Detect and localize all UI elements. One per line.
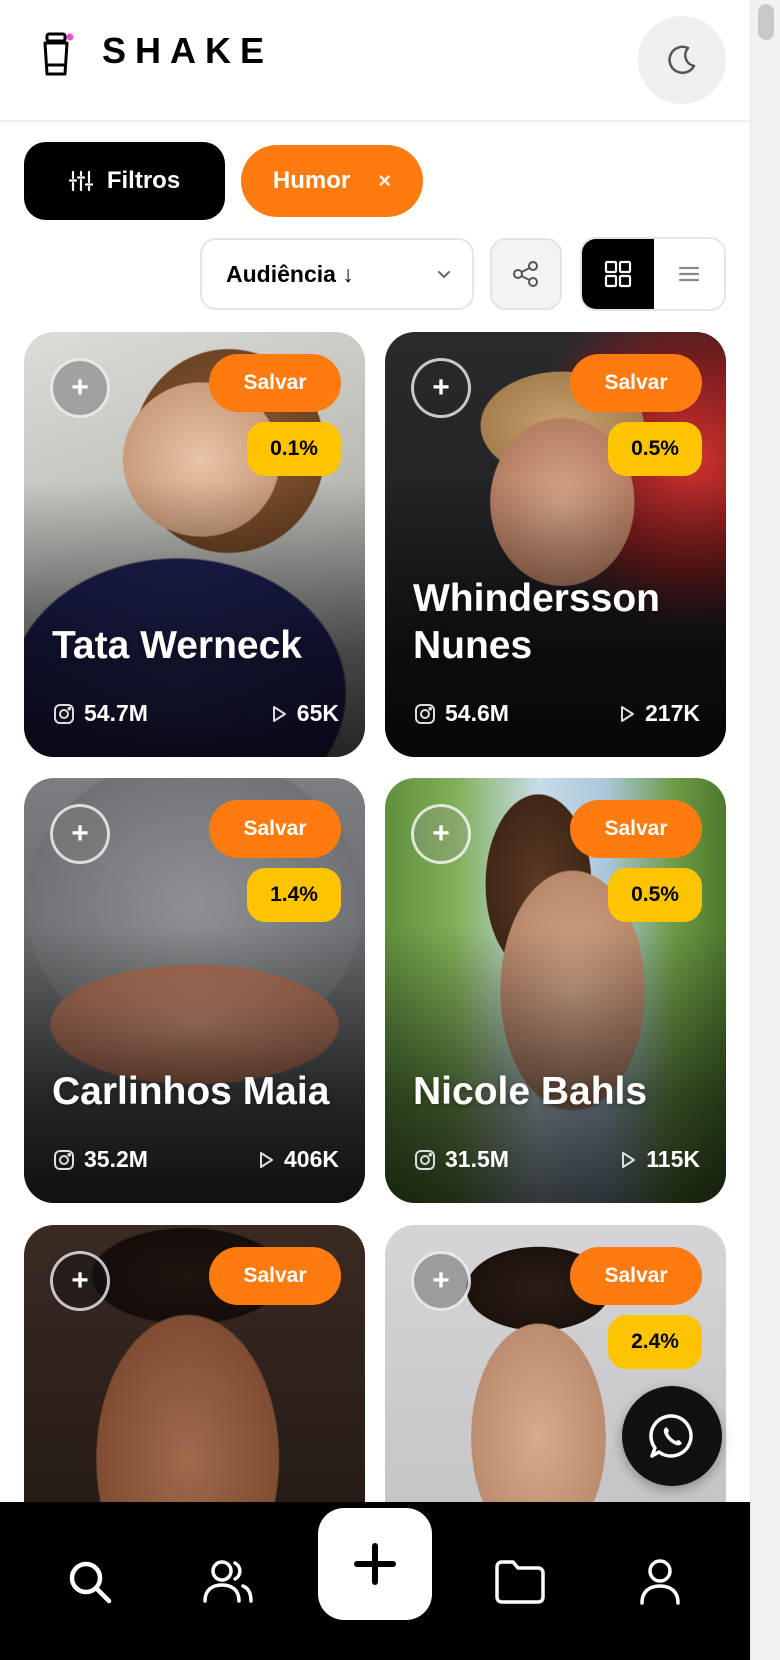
plus-icon: + bbox=[432, 371, 450, 404]
create-button[interactable] bbox=[318, 1508, 432, 1620]
play-icon bbox=[621, 705, 635, 722]
engagement-badge: 0.1% bbox=[247, 422, 341, 476]
card-stats: 31.5M 115K bbox=[413, 1146, 700, 1173]
instagram-icon bbox=[54, 1149, 74, 1170]
card-stats: 54.7M 65K bbox=[52, 700, 339, 727]
active-filter-chip[interactable]: Humor × bbox=[241, 145, 423, 217]
card-stats: 54.6M 217K bbox=[413, 700, 700, 727]
whatsapp-button[interactable] bbox=[622, 1386, 722, 1486]
folder-icon bbox=[495, 1560, 545, 1604]
engagement-badge: 2.4% bbox=[608, 1315, 702, 1369]
save-button[interactable]: Salvar bbox=[570, 800, 702, 858]
save-button[interactable]: Salvar bbox=[570, 354, 702, 412]
app-root: SHAKE Filtros Humor × Audiência ↓ + Salv… bbox=[0, 0, 750, 1660]
nav-creators[interactable] bbox=[198, 1552, 258, 1612]
instagram-icon bbox=[415, 703, 435, 724]
instagram-stat: 54.6M bbox=[413, 700, 509, 727]
average-views: 65K bbox=[296, 700, 339, 726]
instagram-icon bbox=[54, 703, 74, 724]
plus-icon: + bbox=[71, 817, 89, 850]
play-icon bbox=[622, 1151, 636, 1168]
sort-label: Audiência ↓ bbox=[226, 260, 354, 287]
views-stat: 115K bbox=[618, 1146, 700, 1173]
engagement-badge: 1.4% bbox=[247, 868, 341, 922]
brand-logo-text: SHAKE bbox=[102, 30, 274, 71]
average-views: 217K bbox=[645, 700, 700, 726]
plus-icon: + bbox=[71, 371, 89, 404]
add-to-list-button[interactable]: + bbox=[411, 804, 471, 864]
influencer-card[interactable]: + Salvar 0.5% Whindersson Nunes 54.6M 21… bbox=[385, 332, 726, 757]
average-views: 406K bbox=[284, 1146, 339, 1172]
top-header: SHAKE bbox=[0, 0, 750, 122]
users-icon bbox=[203, 1560, 253, 1603]
influencer-card[interactable]: + Salvar 1.4% Carlinhos Maia 35.2M 406K bbox=[24, 778, 365, 1203]
chevron-down-icon bbox=[438, 271, 450, 278]
chip-remove-icon[interactable]: × bbox=[378, 168, 391, 194]
theme-toggle-button[interactable] bbox=[638, 16, 726, 104]
plus-icon: + bbox=[432, 817, 450, 850]
whatsapp-icon bbox=[649, 1414, 693, 1458]
influencer-name: Whindersson Nunes bbox=[413, 577, 661, 667]
add-to-list-button[interactable]: + bbox=[50, 1251, 110, 1311]
page-scrollbar[interactable] bbox=[750, 0, 780, 1660]
search-icon bbox=[69, 1561, 112, 1604]
grid-icon bbox=[604, 260, 632, 288]
influencer-name: Tata Werneck bbox=[52, 624, 302, 667]
play-icon bbox=[272, 705, 286, 722]
save-button[interactable]: Salvar bbox=[209, 800, 341, 858]
influencer-card[interactable]: + Salvar 0.5% Nicole Bahls 31.5M 115K bbox=[385, 778, 726, 1203]
chip-label: Humor bbox=[272, 167, 351, 194]
grid-view-button[interactable] bbox=[582, 239, 654, 309]
sort-select[interactable]: Audiência ↓ bbox=[200, 238, 474, 310]
sliders-icon bbox=[68, 170, 93, 192]
instagram-followers: 31.5M bbox=[445, 1146, 509, 1172]
profile-icon bbox=[640, 1559, 680, 1605]
view-mode-toggle bbox=[580, 237, 726, 311]
instagram-stat: 31.5M bbox=[413, 1146, 509, 1173]
scrollbar-thumb[interactable] bbox=[758, 4, 774, 40]
list-view-button[interactable] bbox=[654, 239, 724, 309]
share-icon bbox=[513, 261, 538, 287]
filters-label: Filtros bbox=[106, 167, 181, 194]
add-to-list-button[interactable]: + bbox=[411, 358, 471, 418]
add-to-list-button[interactable]: + bbox=[411, 1251, 471, 1311]
filters-button[interactable]: Filtros bbox=[24, 142, 225, 220]
nav-profile[interactable] bbox=[630, 1552, 690, 1612]
instagram-stat: 35.2M bbox=[52, 1146, 148, 1173]
play-icon bbox=[260, 1151, 274, 1168]
nav-search[interactable] bbox=[60, 1552, 120, 1612]
views-stat: 217K bbox=[617, 700, 700, 727]
engagement-badge: 0.5% bbox=[608, 868, 702, 922]
views-stat: 65K bbox=[269, 700, 339, 727]
plus-icon bbox=[354, 1543, 396, 1585]
bottom-navigation bbox=[0, 1502, 750, 1660]
influencer-card[interactable]: + Salvar 0.1% Tata Werneck 54.7M 65K bbox=[24, 332, 365, 757]
instagram-stat: 54.7M bbox=[52, 700, 148, 727]
save-button[interactable]: Salvar bbox=[209, 354, 341, 412]
moon-icon bbox=[668, 45, 696, 75]
nav-folders[interactable] bbox=[490, 1552, 550, 1612]
views-stat: 406K bbox=[256, 1146, 339, 1173]
shaker-cup-icon bbox=[43, 32, 74, 76]
list-icon bbox=[678, 266, 700, 282]
instagram-icon bbox=[415, 1149, 435, 1170]
instagram-followers: 54.6M bbox=[445, 700, 509, 726]
engagement-badge: 0.5% bbox=[608, 422, 702, 476]
average-views: 115K bbox=[646, 1146, 700, 1172]
card-stats: 35.2M 406K bbox=[52, 1146, 339, 1173]
plus-icon: + bbox=[432, 1264, 450, 1297]
instagram-followers: 54.7M bbox=[84, 700, 148, 726]
instagram-followers: 35.2M bbox=[84, 1146, 148, 1172]
save-button[interactable]: Salvar bbox=[209, 1247, 341, 1305]
influencer-name: Nicole Bahls bbox=[413, 1070, 648, 1113]
influencer-name: Carlinhos Maia bbox=[52, 1070, 330, 1113]
add-to-list-button[interactable]: + bbox=[50, 358, 110, 418]
add-to-list-button[interactable]: + bbox=[50, 804, 110, 864]
share-button[interactable] bbox=[490, 238, 562, 310]
plus-icon: + bbox=[71, 1264, 89, 1297]
save-button[interactable]: Salvar bbox=[570, 1247, 702, 1305]
